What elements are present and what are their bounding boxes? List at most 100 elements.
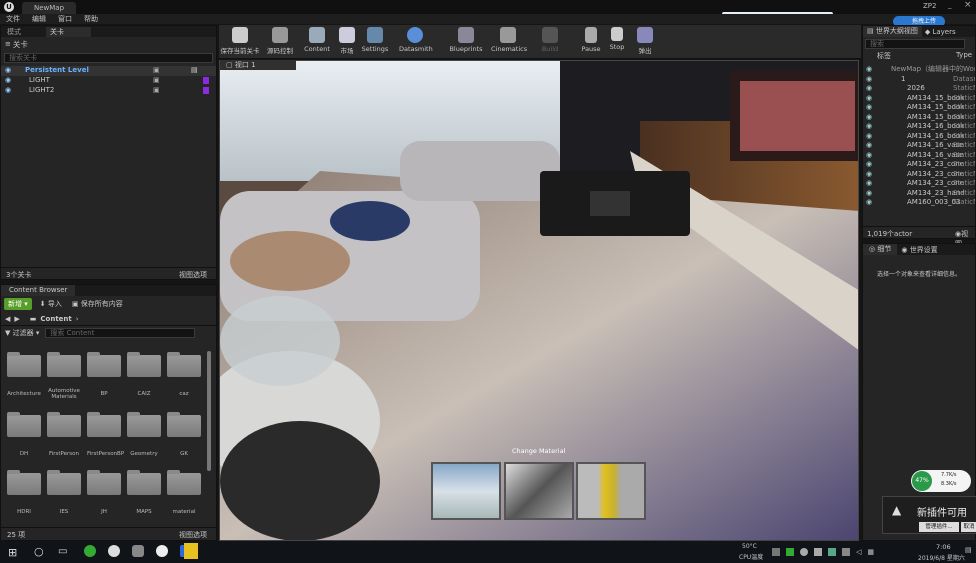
toolbar-save-button[interactable]: 保存当前关卡 — [219, 27, 261, 55]
folder-item[interactable]: material — [167, 470, 201, 515]
material-option[interactable] — [504, 462, 574, 520]
folder-item[interactable]: Automotive Materials — [47, 352, 81, 400]
tray-icon[interactable] — [786, 548, 794, 556]
outliner-row[interactable]: ◉AM134_16_vaseStaticM — [863, 151, 975, 161]
viewport-tab[interactable]: ▢ 视口 1 — [220, 60, 296, 70]
content-view-options-button[interactable]: 视图选项 — [179, 530, 207, 540]
color-swatch[interactable] — [203, 87, 209, 94]
eye-icon[interactable]: ◉ — [866, 103, 872, 113]
project-tab[interactable]: ZP2 — [923, 2, 945, 12]
toolbar-content-button[interactable]: Content — [301, 27, 333, 53]
folder-item[interactable]: CAIZ — [127, 352, 161, 397]
manage-plugins-button[interactable]: 管理插件... — [919, 522, 959, 532]
menu-edit[interactable]: 编辑 — [32, 14, 46, 24]
folder-item[interactable]: FirstPersonBP — [87, 412, 124, 457]
eye-icon[interactable]: ◉ — [866, 122, 872, 132]
add-new-button[interactable]: 新增 ▾ — [4, 298, 32, 310]
eye-icon[interactable]: ◉ — [866, 113, 872, 123]
outliner-row[interactable]: ◉AM134_15_bookStaticM — [863, 103, 975, 113]
tab-layers[interactable]: ◆ Layers — [922, 28, 959, 36]
forward-icon[interactable]: ▶ — [14, 315, 19, 323]
eye-icon[interactable]: ◉ — [866, 189, 872, 199]
dismiss-button[interactable]: 取消 — [961, 522, 976, 532]
level-tab[interactable]: NewMap — [22, 2, 77, 14]
tab-levels[interactable]: 关卡 — [46, 26, 91, 37]
folder-item[interactable]: FirstPerson — [47, 412, 81, 457]
folder-item[interactable]: JH — [87, 470, 121, 515]
color-swatch[interactable] — [203, 77, 209, 84]
back-icon[interactable]: ◀ — [5, 315, 10, 323]
folder-item[interactable]: caz — [167, 352, 201, 397]
outliner-row[interactable]: ◉ 2026 StaticM — [863, 84, 975, 94]
col-type-header[interactable]: Type — [956, 51, 972, 59]
close-icon[interactable]: × — [964, 0, 972, 10]
eye-icon[interactable]: ◉ — [866, 198, 872, 208]
tray-icon[interactable] — [772, 548, 780, 556]
lock-icon[interactable]: ▣ — [153, 86, 160, 94]
tab-world-settings[interactable]: ◉ 世界设置 — [897, 245, 941, 255]
viewport[interactable]: Change Material — [219, 60, 859, 541]
toolbar-build-button[interactable]: Build — [535, 27, 565, 53]
outliner-row[interactable]: ◉AM134_23_coneStaticM — [863, 160, 975, 170]
search-icon[interactable]: ○ — [34, 545, 44, 558]
outliner-row[interactable]: ◉AM134_23_coneStaticM — [863, 179, 975, 189]
notification-center-icon[interactable]: ▤ — [965, 546, 972, 554]
toolbar-datasmith-button[interactable]: Datasmith — [399, 27, 433, 53]
eye-icon[interactable]: ◉ — [5, 86, 11, 94]
tray-icon[interactable] — [814, 548, 822, 556]
tab-outliner[interactable]: ▤ 世界大纲视图 — [863, 26, 922, 37]
tab-content-browser[interactable]: Content Browser — [1, 285, 76, 296]
lock-icon[interactable]: ▣ — [153, 66, 160, 74]
lock-icon[interactable]: ▣ — [153, 76, 160, 84]
eye-icon[interactable]: ◉ — [5, 66, 11, 74]
content-search-input[interactable]: 搜索 Content — [45, 327, 196, 338]
tab-modes[interactable]: 模式 — [1, 27, 46, 37]
app-icon[interactable] — [132, 545, 144, 557]
menu-window[interactable]: 窗口 — [58, 14, 72, 24]
minimize-icon[interactable]: _ — [948, 1, 952, 9]
clock-date[interactable]: 2019/6/8 星期六 — [918, 553, 965, 562]
folder-item[interactable]: Architecture — [7, 352, 41, 397]
system-tray[interactable]: ◁ ▦ — [772, 547, 912, 557]
level-row[interactable]: ◉ LIGHT2 ▣ — [1, 86, 216, 96]
folder-item[interactable]: DH — [7, 412, 41, 457]
outliner-row[interactable]: ◉AM134_15_bookStaticM — [863, 94, 975, 104]
network-widget[interactable]: 47% 7.7K/s 8.3K/s — [911, 470, 971, 492]
eye-icon[interactable]: ◉ — [866, 179, 872, 189]
app-icon[interactable] — [184, 543, 198, 559]
eye-icon[interactable]: ◉ — [5, 76, 11, 84]
outliner-row[interactable]: ◉ 1 Datasm — [863, 75, 975, 85]
folder-item[interactable]: GK — [167, 412, 201, 457]
outliner-row[interactable]: ◉AM160_003_03StaticM — [863, 198, 975, 208]
outliner-row[interactable]: ◉AM134_16_vaseStaticM — [863, 141, 975, 151]
eye-icon[interactable]: ◉ — [866, 151, 872, 161]
outliner-row[interactable]: ◉AM134_16_bookStaticM — [863, 122, 975, 132]
folder-item[interactable]: IES — [47, 470, 81, 515]
folder-item[interactable]: BP — [87, 352, 121, 397]
eye-icon[interactable]: ◉ — [866, 132, 872, 142]
save-level-icon[interactable]: ▤ — [191, 66, 198, 74]
content-scrollbar[interactable] — [207, 351, 211, 471]
eye-icon[interactable]: ◉ — [866, 160, 872, 170]
toolbar-settings-button[interactable]: Settings — [359, 27, 391, 53]
toolbar-blueprints-button[interactable]: Blueprints — [449, 27, 483, 53]
filters-button[interactable]: ▼ 过滤器 ▾ — [5, 328, 39, 338]
toolbar-eject-button[interactable]: 弹出 — [632, 27, 658, 55]
tray-icon[interactable] — [842, 548, 850, 556]
path-content[interactable]: Content — [40, 315, 71, 323]
levels-search-input[interactable]: 搜索关卡 — [4, 53, 213, 63]
tab-details[interactable]: ◎ 细节 — [863, 244, 898, 255]
material-option[interactable] — [576, 462, 646, 520]
keyboard-icon[interactable]: ▦ — [867, 548, 874, 556]
volume-icon[interactable]: ◁ — [856, 548, 861, 556]
eye-icon[interactable]: ◉ — [866, 94, 872, 104]
app-icon[interactable] — [84, 545, 96, 557]
outliner-row[interactable]: ◉AM134_16_bookStaticM — [863, 132, 975, 142]
view-options-button[interactable]: 视图选项 — [179, 270, 207, 280]
menu-file[interactable]: 文件 — [6, 14, 20, 24]
tray-icon[interactable] — [828, 548, 836, 556]
menu-help[interactable]: 帮助 — [84, 14, 98, 24]
material-option[interactable] — [431, 462, 501, 520]
level-row[interactable]: ◉ Persistent Level ▣ ▤ — [1, 66, 216, 76]
outliner-row[interactable]: ◉AM134_23_coneStaticM — [863, 170, 975, 180]
